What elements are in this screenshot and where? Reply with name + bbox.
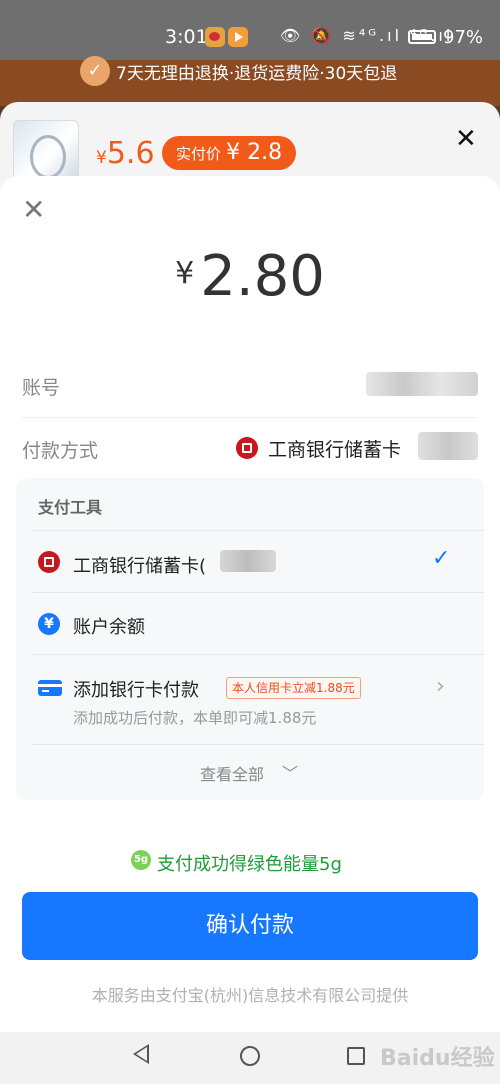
payment-amount: ¥2.80 xyxy=(175,244,325,309)
close-icon[interactable]: ✕ xyxy=(455,124,477,154)
battery-icon xyxy=(408,30,436,44)
battery-level: 97% xyxy=(443,27,484,48)
chevron-right-icon: › xyxy=(436,674,445,699)
divider xyxy=(32,654,484,655)
divider xyxy=(32,744,484,745)
tool-item-label: 添加银行卡付款 xyxy=(73,680,199,701)
payment-method-label: 付款方式 xyxy=(22,440,99,462)
weibo-icon xyxy=(205,27,225,47)
card-icon xyxy=(38,680,62,696)
shield-check-icon: ✓ xyxy=(80,56,110,86)
card-number-blurred xyxy=(220,550,276,572)
back-icon[interactable] xyxy=(133,1044,149,1064)
tool-item-label: 账户余额 xyxy=(73,617,145,638)
green-energy-text: 支付成功得绿色能量5g xyxy=(157,854,342,875)
yuan-icon: ¥ xyxy=(38,613,60,635)
background-promo-text: 7天无理由退换·退货运费险·30天包退 xyxy=(116,64,398,84)
service-provider-note: 本服务由支付宝(杭州)信息技术有限公司提供 xyxy=(91,986,409,1005)
status-bar: 3:01 👁 🔕 ≋⁴ᴳ.ıl ⁴ᴳ.ıl 97% xyxy=(0,0,500,60)
tool-item-label: 工商银行储蓄卡( xyxy=(73,556,207,577)
confirm-payment-button[interactable]: 确认付款 xyxy=(22,892,478,960)
payment-tools-panel xyxy=(16,478,484,800)
icbc-bank-icon xyxy=(38,551,60,573)
watermark: Baidu经验 xyxy=(380,1046,495,1071)
divider xyxy=(32,530,484,531)
actual-price-badge: 实付价 ¥ 2.8 xyxy=(162,136,297,170)
payment-method-value[interactable]: 工商银行储蓄卡 xyxy=(268,435,401,462)
payment-tools-title: 支付工具 xyxy=(38,498,103,517)
account-value-blurred xyxy=(366,372,478,396)
divider xyxy=(22,417,478,418)
video-app-icon xyxy=(228,27,248,47)
green-energy-icon: 5g xyxy=(131,850,151,870)
account-label: 账号 xyxy=(22,377,61,399)
divider xyxy=(32,592,484,593)
home-icon[interactable] xyxy=(240,1046,260,1066)
tool-item-subtitle: 添加成功后付款，本单即可减1.88元 xyxy=(73,709,317,727)
icbc-bank-icon xyxy=(236,437,258,459)
promo-tag: 本人信用卡立减1.88元 xyxy=(226,677,361,699)
chevron-down-icon[interactable]: ﹀ xyxy=(282,760,298,784)
recent-apps-icon[interactable] xyxy=(347,1047,365,1065)
view-all-button[interactable]: 查看全部 xyxy=(200,761,264,785)
card-number-blurred xyxy=(418,432,478,460)
product-price: ¥5.6 xyxy=(96,136,155,171)
status-time: 3:01 xyxy=(165,26,208,48)
check-icon: ✓ xyxy=(432,546,451,571)
close-payment-icon[interactable]: ✕ xyxy=(22,196,45,224)
